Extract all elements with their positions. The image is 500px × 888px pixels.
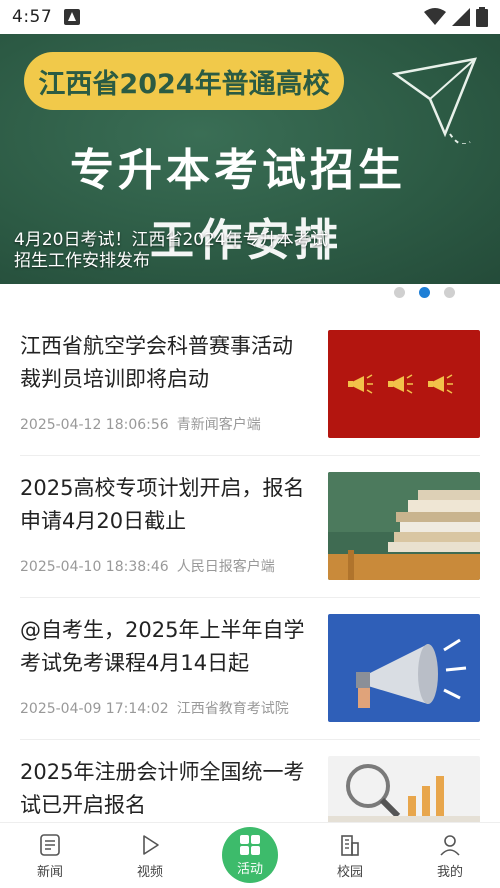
paper-plane-icon [391,57,478,144]
news-date: 2025-04-10 18:38:46 [20,559,169,575]
nav-item-video[interactable]: 视频 [100,823,200,888]
building-icon [341,835,359,856]
news-thumbnail [328,472,480,580]
news-source: 青新闻客户端 [176,417,261,433]
nav-label-news: 新闻 [36,865,63,880]
news-thumbnail [328,330,480,438]
nav-label-video: 视频 [136,865,163,880]
signal-icon [452,8,470,26]
news-icon [40,834,60,856]
news-date: 2025-04-09 17:14:02 [20,701,169,717]
notification-icon [64,9,81,25]
carousel-indicators [0,284,500,306]
play-icon [143,835,159,855]
nav-label-campus: 校园 [336,865,363,880]
news-item[interactable]: 江西省航空学会科普赛事活动裁判员培训即将启动 2025-04-12 18:06:… [20,314,480,456]
banner-caption[interactable]: 4月20日考试！江西省2024年专升本考试招生工作安排发布 [14,230,344,272]
carousel-dot[interactable] [444,287,455,298]
news-title: 2025高校专项计划开启，报名申请4月20日截止 [20,476,305,533]
bottom-nav: 新闻 视频 活动 校园 我的 [0,822,500,888]
banner-pill-text: 江西省2024年普通高校 [38,68,330,100]
banner-headline-1: 专升本考试招生 [70,145,406,196]
megaphone-image [328,614,480,722]
wifi-icon [424,8,446,25]
news-thumbnail [328,614,480,722]
news-meta: 2025-04-12 18:06:56 青新闻客户端 [20,414,320,434]
nav-item-activity[interactable]: 活动 [200,823,300,888]
profile-icon [440,835,460,856]
news-title: 2025年注册会计师全国统一考试已开启报名 [20,760,305,817]
news-source: 江西省教育考试院 [176,701,289,717]
app-screen: 4:57 江西省2024年普通高校 专升本考试招生 工作安排 4月20日考试！江… [0,0,500,888]
news-meta: 2025-04-09 17:14:02 江西省教育考试院 [20,698,320,718]
books-chalkboard-image [328,472,480,580]
news-title: 江西省航空学会科普赛事活动裁判员培训即将启动 [20,334,293,391]
red-banner-horns-image [328,330,480,438]
status-time: 4:57 [12,7,53,27]
nav-label-activity: 活动 [236,861,263,877]
status-bar: 4:57 [0,0,500,34]
nav-item-news[interactable]: 新闻 [0,823,100,888]
nav-label-mine: 我的 [436,865,463,880]
grid-icon [240,834,260,855]
news-item[interactable]: 2025高校专项计划开启，报名申请4月20日截止 2025-04-10 18:3… [20,456,480,598]
carousel-dot[interactable] [394,287,405,298]
battery-icon [476,7,488,27]
news-title: @自考生，2025年上半年自学考试免考课程4月14日起 [20,618,305,675]
banner-pill: 江西省2024年普通高校 [24,52,344,110]
banner-carousel[interactable]: 江西省2024年普通高校 专升本考试招生 工作安排 4月20日考试！江西省202… [0,34,500,284]
news-source: 人民日报客户端 [176,559,275,575]
carousel-dot-active[interactable] [419,287,430,298]
news-item[interactable]: @自考生，2025年上半年自学考试免考课程4月14日起 2025-04-09 1… [20,598,480,740]
nav-item-mine[interactable]: 我的 [400,823,500,888]
news-list: 江西省航空学会科普赛事活动裁判员培训即将启动 2025-04-12 18:06:… [0,314,500,882]
news-meta: 2025-04-10 18:38:46 人民日报客户端 [20,556,320,576]
status-icons [424,7,488,27]
news-date: 2025-04-12 18:06:56 [20,417,169,433]
nav-active-circle: 活动 [222,827,278,883]
nav-item-campus[interactable]: 校园 [300,823,400,888]
